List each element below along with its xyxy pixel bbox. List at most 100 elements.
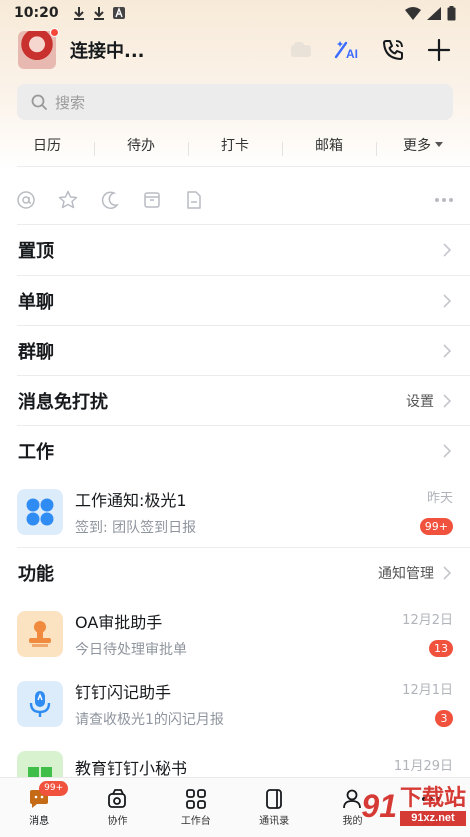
- message-title: 钉钉闪记助手: [75, 683, 172, 702]
- status-time: 10:20: [14, 5, 59, 21]
- section-group-chat[interactable]: 群聊: [0, 326, 470, 376]
- quick-tab-mail[interactable]: 邮箱: [282, 135, 376, 156]
- flash-note-app-icon: [17, 681, 63, 727]
- more-options-icon[interactable]: [434, 197, 454, 203]
- section-title: 消息免打扰: [18, 392, 108, 413]
- user-icon: [343, 789, 362, 809]
- unread-badge: 3: [435, 710, 453, 727]
- tab-workbench[interactable]: 工作台: [157, 778, 235, 837]
- search-bar[interactable]: 搜索: [17, 84, 453, 120]
- chevron-right-icon: [443, 344, 452, 358]
- signal-icon: [427, 6, 441, 20]
- ai-assistant-icon[interactable]: AI: [334, 37, 360, 63]
- search-icon: [31, 94, 47, 110]
- quick-tab-more[interactable]: 更多: [376, 135, 470, 156]
- download-icon: [73, 7, 84, 20]
- unread-badge: 99+: [419, 518, 453, 535]
- tab-label: 消息: [29, 816, 50, 827]
- message-preview: 请查收极光1的闪记月报: [75, 712, 224, 728]
- tab-collaboration[interactable]: 协作: [78, 778, 156, 837]
- work-notice-app-icon: [17, 489, 63, 535]
- status-notification-icons: [73, 6, 125, 20]
- stamp-icon: [29, 621, 51, 647]
- divider: [17, 166, 470, 167]
- message-time: 12月1日: [402, 683, 453, 698]
- tab-label: 更多: [420, 816, 441, 827]
- microphone-icon: [29, 691, 51, 717]
- phone-call-icon[interactable]: [380, 37, 406, 63]
- tab-label: 协作: [107, 816, 128, 827]
- quick-tab-todo[interactable]: 待办: [94, 135, 188, 156]
- more-dots-icon: [421, 797, 440, 801]
- chevron-right-icon: [443, 294, 452, 308]
- messages-tab-badge: 99+: [39, 781, 69, 796]
- document-icon[interactable]: [184, 190, 204, 210]
- tab-label: 通讯录: [259, 816, 290, 827]
- search-placeholder: 搜索: [55, 93, 86, 112]
- chevron-right-icon: [443, 243, 452, 257]
- tab-more[interactable]: 更多: [392, 778, 470, 837]
- collaboration-icon: [108, 789, 127, 808]
- tab-messages[interactable]: 99+ 消息: [0, 778, 78, 837]
- quick-tab-label: 更多: [403, 138, 431, 154]
- chevron-right-icon: [443, 444, 452, 458]
- caret-down-icon: [435, 142, 443, 147]
- section-title: 置顶: [18, 241, 54, 262]
- chevron-right-icon: [443, 394, 452, 408]
- tab-label: 我的: [342, 816, 363, 827]
- message-preview: 今日待处理审批单: [75, 642, 187, 658]
- section-work[interactable]: 工作: [0, 426, 470, 476]
- quick-tab-label: 打卡: [221, 138, 249, 154]
- top-header: 连接中... AI: [0, 28, 470, 72]
- list-item-work-notice[interactable]: 工作通知:极光1 签到: 团队签到日报 昨天 99+: [0, 481, 470, 543]
- dnd-settings-link[interactable]: 设置: [406, 391, 434, 411]
- section-do-not-disturb[interactable]: 消息免打扰 设置: [0, 376, 470, 426]
- quick-tab-label: 日历: [33, 138, 61, 154]
- section-single-chat[interactable]: 单聊: [0, 276, 470, 326]
- message-time: 11月29日: [393, 759, 453, 774]
- contacts-book-icon: [266, 789, 283, 809]
- archive-icon[interactable]: [142, 190, 162, 210]
- tab-me[interactable]: 我的: [313, 778, 391, 837]
- message-time: 12月2日: [402, 613, 453, 628]
- list-item-flash-note[interactable]: 钉钉闪记助手 请查收极光1的闪记月报 12月1日 3: [0, 673, 470, 735]
- section-title: 单聊: [18, 292, 54, 313]
- section-pinned[interactable]: 置顶: [0, 225, 470, 275]
- moon-icon[interactable]: [100, 190, 120, 210]
- tab-contacts[interactable]: 通讯录: [235, 778, 313, 837]
- avatar[interactable]: [18, 28, 59, 69]
- star-icon[interactable]: [58, 190, 78, 210]
- message-title: OA审批助手: [75, 613, 163, 632]
- header-actions: AI: [288, 37, 452, 63]
- status-bar: 10:20: [0, 0, 470, 26]
- message-time: 昨天: [426, 491, 453, 506]
- quick-tab-calendar[interactable]: 日历: [0, 135, 94, 155]
- quick-tab-checkin[interactable]: 打卡: [188, 135, 282, 156]
- notification-management-link[interactable]: 通知管理: [378, 563, 434, 583]
- quick-tab-label: 待办: [127, 138, 155, 154]
- list-item-oa-approval[interactable]: OA审批助手 今日待处理审批单 12月2日 13: [0, 603, 470, 665]
- connection-status-title: 连接中...: [70, 41, 145, 62]
- section-title: 功能: [18, 564, 54, 585]
- quick-access-tabs: 日历 待办 打卡 邮箱 更多: [0, 130, 470, 160]
- tab-label: 工作台: [180, 816, 211, 827]
- section-title: 群聊: [18, 342, 54, 363]
- svg-text:AI: AI: [346, 47, 358, 61]
- wifi-icon: [405, 6, 421, 20]
- message-title: 工作通知:极光1: [75, 491, 187, 510]
- grid-icon: [185, 789, 206, 809]
- cloud-icon: [288, 37, 314, 63]
- chevron-right-icon: [443, 566, 452, 580]
- quick-tab-label: 邮箱: [315, 138, 343, 154]
- message-filter-row: [0, 184, 470, 216]
- battery-icon: [447, 5, 456, 20]
- download-icon: [93, 7, 104, 20]
- add-plus-icon[interactable]: [426, 37, 452, 63]
- section-features[interactable]: 功能 通知管理: [0, 548, 470, 598]
- mention-at-icon[interactable]: [16, 190, 36, 210]
- bottom-tab-bar: 99+ 消息 协作 工作台 通讯录 我的 更多: [0, 777, 470, 837]
- section-title: 工作: [18, 442, 54, 463]
- avatar-unread-dot: [50, 28, 59, 37]
- grid-clover-icon: [26, 498, 54, 526]
- unread-badge: 13: [429, 640, 453, 657]
